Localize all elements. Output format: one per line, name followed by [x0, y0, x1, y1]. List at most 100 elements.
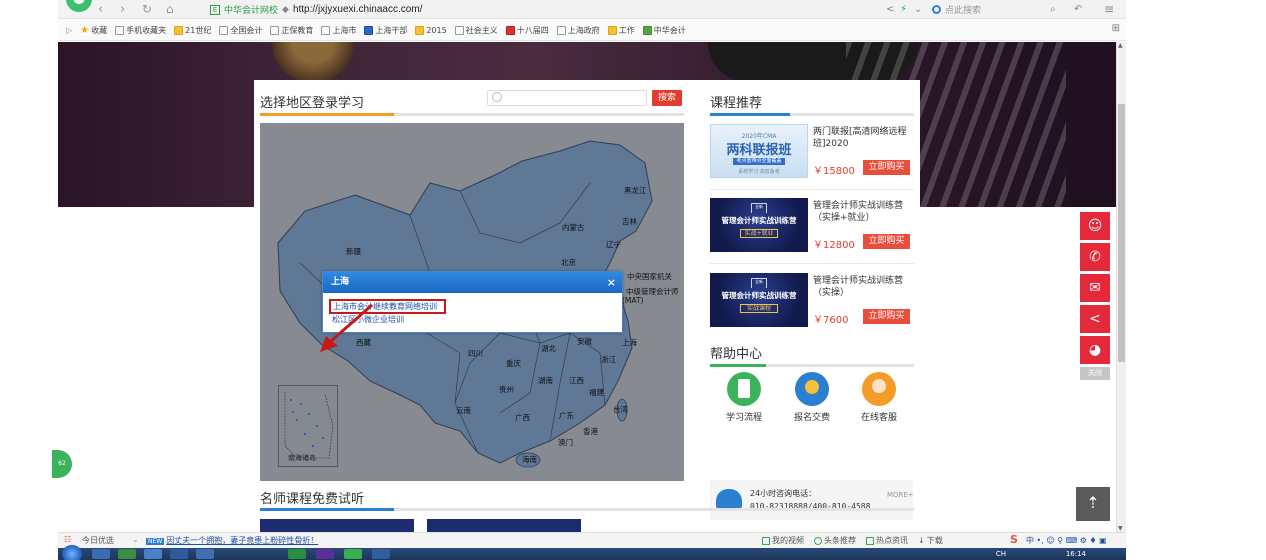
bookmark-item[interactable]: 2015: [415, 25, 447, 36]
customer-service-icon[interactable]: [862, 372, 896, 406]
chevron-down-icon[interactable]: ⌄: [132, 535, 139, 544]
my-video-item[interactable]: 我的视频: [762, 535, 804, 546]
province-label[interactable]: 台湾: [613, 404, 628, 415]
province-label[interactable]: 四川: [468, 348, 483, 359]
province-label[interactable]: 内蒙古: [562, 222, 585, 233]
province-label[interactable]: 新疆: [346, 246, 361, 257]
back-icon[interactable]: ‹: [98, 1, 103, 18]
news-ticker[interactable]: NEW 因丈夫一个拥抱，妻子竟患上粉碎性骨折！: [146, 535, 318, 546]
trial-course-thumbnail[interactable]: [427, 519, 581, 532]
download-item[interactable]: ↓ 下载: [918, 535, 943, 546]
taskbar-app-icon[interactable]: [118, 549, 136, 559]
url-text[interactable]: http://jxjyxuexi.chinaacc.com/: [293, 4, 423, 15]
browser-search-input[interactable]: 点此搜索: [945, 3, 981, 16]
address-bar[interactable]: E 中华会计网校 ◆ http://jxjyxuexi.chinaacc.com…: [210, 2, 422, 17]
course-card[interactable]: 全新 管理会计师实战训练营 实战课程 管理会计师实战训练营（实操） ￥7600 …: [710, 273, 910, 333]
province-label[interactable]: 湖南: [538, 375, 553, 386]
share-icon[interactable]: <: [1080, 305, 1110, 333]
input-language[interactable]: CH: [996, 548, 1006, 560]
start-button-icon[interactable]: [62, 545, 82, 560]
customer-service-icon[interactable]: ☺: [1080, 212, 1110, 240]
bookmark-item[interactable]: 中华会计: [642, 25, 686, 36]
region-search-input[interactable]: [487, 90, 647, 106]
course-card[interactable]: 2020年CMA 两科联报班 考点重难点全面覆盖 系统学习 高效备考 两门联报[…: [710, 124, 910, 184]
more-link[interactable]: MORE+: [887, 491, 914, 499]
taskbar-app-icon[interactable]: [92, 549, 110, 559]
close-icon[interactable]: ×: [607, 272, 616, 293]
province-label[interactable]: 澳门: [558, 437, 573, 448]
taskbar-app-icon[interactable]: [288, 549, 306, 559]
search-engine-icon[interactable]: [932, 5, 941, 14]
study-flow-icon[interactable]: [727, 372, 761, 406]
province-label[interactable]: 辽宁: [606, 239, 621, 250]
dropdown-icon[interactable]: ⌄: [914, 1, 922, 18]
course-thumbnail[interactable]: 全新 管理会计师实战训练营 实战课程: [710, 273, 808, 327]
scroll-down-icon[interactable]: ▼: [1118, 525, 1123, 532]
course-title[interactable]: 管理会计师实战训练营（实操+就业）: [813, 200, 913, 224]
bookmarks-apps-icon[interactable]: ⊞: [1112, 23, 1120, 34]
mail-icon[interactable]: ✉: [1080, 274, 1110, 302]
province-label[interactable]: 贵州: [499, 384, 514, 395]
page-info-icon[interactable]: ◆: [282, 5, 289, 15]
province-label[interactable]: 湖北: [541, 343, 556, 354]
province-label[interactable]: 西藏: [356, 337, 371, 348]
help-item-label[interactable]: 学习流程: [714, 410, 774, 423]
course-thumbnail[interactable]: 全新 管理会计师实战训练营 实战+就业: [710, 198, 808, 252]
gift-icon[interactable]: ☷: [64, 535, 71, 544]
headline-item[interactable]: 头条推荐: [814, 535, 856, 546]
course-card[interactable]: 全新 管理会计师实战训练营 实战+就业 管理会计师实战训练营（实操+就业） ￥1…: [710, 198, 910, 258]
bookmark-item[interactable]: 十八届四: [505, 25, 549, 36]
refresh-icon[interactable]: ↻: [142, 1, 152, 18]
phone-icon[interactable]: ✆: [1080, 243, 1110, 271]
buy-now-button[interactable]: 立即购买: [863, 234, 910, 249]
wechat-icon[interactable]: ◕: [1080, 336, 1110, 364]
region-search-button[interactable]: 搜索: [652, 90, 682, 106]
province-label[interactable]: 北京: [561, 257, 576, 268]
bookmarks-expand-icon[interactable]: ▷: [66, 26, 72, 35]
bookmark-item[interactable]: 全国会计: [219, 25, 262, 36]
home-icon[interactable]: ⌂: [166, 1, 174, 18]
popup-link-shanghai-training[interactable]: 上海市会计继续教育网络培训: [329, 299, 446, 314]
scrollbar-thumb[interactable]: [1118, 104, 1125, 362]
province-label[interactable]: 广西: [515, 412, 530, 423]
browser-logo-icon[interactable]: [66, 0, 92, 12]
province-label[interactable]: (MAT): [622, 296, 643, 305]
bookmark-item[interactable]: 上海干部: [364, 25, 407, 36]
help-item-label[interactable]: 报名交费: [782, 410, 842, 423]
news-headline[interactable]: 因丈夫一个拥抱，妻子竟患上粉碎性骨折！: [166, 536, 318, 545]
bookmark-item[interactable]: 21世纪: [174, 25, 211, 36]
bookmark-item[interactable]: 手机收藏夹: [115, 25, 166, 36]
province-label[interactable]: 浙江: [601, 354, 616, 365]
popup-link-songjiang-training[interactable]: 松江区小微企业培训: [332, 314, 622, 325]
bookmark-item[interactable]: ★ 收藏: [80, 25, 107, 36]
province-label[interactable]: 云南: [456, 405, 471, 416]
sogou-ime-icon[interactable]: S: [1010, 533, 1018, 546]
province-label[interactable]: 重庆: [506, 358, 521, 369]
taskbar-app-icon[interactable]: [196, 549, 214, 559]
help-item-label[interactable]: 在线客服: [849, 410, 909, 423]
share-icon[interactable]: <: [886, 1, 894, 18]
province-label[interactable]: 吉林: [622, 216, 637, 227]
taskbar-app-icon[interactable]: [144, 549, 162, 559]
hot-news-item[interactable]: 热点资讯: [866, 535, 908, 546]
undo-icon[interactable]: ↶: [1074, 1, 1082, 18]
taskbar-app-icon[interactable]: [344, 549, 362, 559]
bookmark-item[interactable]: 正保教育: [270, 25, 313, 36]
payment-icon[interactable]: [795, 372, 829, 406]
bookmark-item[interactable]: 上海政府: [556, 25, 600, 36]
help-item-payment[interactable]: 报名交费: [782, 372, 842, 423]
course-title[interactable]: 两门联报[高清网络远程班]2020: [813, 126, 913, 150]
today-picks[interactable]: 今日优选: [82, 535, 114, 546]
forward-icon[interactable]: ›: [120, 1, 125, 18]
taskbar-app-icon[interactable]: [316, 549, 334, 559]
browser-search-box[interactable]: 点此搜索: [932, 2, 981, 17]
province-label[interactable]: 中央国家机关: [627, 271, 672, 282]
ime-toolbar[interactable]: 中 •, ☺ ⚲ ⌨ ⚙ ♦ ▣: [1026, 535, 1107, 546]
province-label[interactable]: 香港: [583, 426, 598, 437]
trial-course-thumbnail[interactable]: [260, 519, 414, 532]
back-to-top-button[interactable]: ⇡: [1076, 487, 1110, 521]
help-item-online-service[interactable]: 在线客服: [849, 372, 909, 423]
taskbar-app-icon[interactable]: [372, 549, 390, 559]
course-title[interactable]: 管理会计师实战训练营（实操）: [813, 275, 913, 299]
province-label[interactable]: 江西: [569, 375, 584, 386]
